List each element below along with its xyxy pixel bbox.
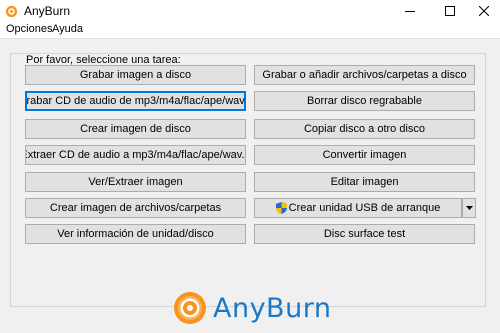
create-image-from-files-button[interactable]: Crear imagen de archivos/carpetas <box>25 198 246 218</box>
burn-image-button[interactable]: Grabar imagen a disco <box>25 65 246 85</box>
create-bootable-usb-label: Crear unidad USB de arranque <box>288 202 441 214</box>
menu-bar: Opciones Ayuda <box>0 22 500 38</box>
create-bootable-usb-button[interactable]: Crear unidad USB de arranque <box>254 198 462 218</box>
main-panel: Por favor, seleccione una tarea: Grabar … <box>0 38 500 333</box>
drive-info-button[interactable]: Ver información de unidad/disco <box>25 224 246 244</box>
minimize-icon <box>405 11 415 12</box>
menu-opciones[interactable]: Opciones <box>6 23 52 35</box>
chevron-down-icon <box>465 206 473 210</box>
disc-surface-test-button[interactable]: Disc surface test <box>254 224 475 244</box>
window-title: AnyBurn <box>24 4 71 18</box>
minimize-button[interactable] <box>392 0 428 22</box>
anyburn-logo-icon <box>174 292 206 324</box>
convert-image-button[interactable]: Convertir imagen <box>254 145 475 165</box>
bootable-usb-dropdown-button[interactable] <box>462 198 476 218</box>
menu-ayuda[interactable]: Ayuda <box>52 23 83 35</box>
maximize-icon <box>445 6 455 16</box>
rip-audio-cd-button[interactable]: Extraer CD de audio a mp3/m4a/flac/ape/w… <box>25 145 246 165</box>
logo-text: AnyBurn <box>213 292 332 324</box>
maximize-button[interactable] <box>432 0 468 22</box>
anyburn-app-icon <box>5 5 18 18</box>
erase-disc-button[interactable]: Borrar disco regrabable <box>254 91 475 111</box>
anyburn-logo: AnyBurn <box>173 288 331 328</box>
edit-image-button[interactable]: Editar imagen <box>254 172 475 192</box>
uac-shield-icon <box>275 202 287 214</box>
close-icon <box>479 6 489 16</box>
burn-files-button[interactable]: Grabar o añadir archivos/carpetas a disc… <box>254 65 475 85</box>
title-bar: AnyBurn <box>0 0 500 22</box>
create-disc-image-button[interactable]: Crear imagen de disco <box>25 119 246 139</box>
view-extract-image-button[interactable]: Ver/Extraer imagen <box>25 172 246 192</box>
burn-audio-cd-button[interactable]: Grabar CD de audio de mp3/m4a/flac/ape/w… <box>25 91 246 111</box>
close-button[interactable] <box>466 0 500 22</box>
copy-disc-button[interactable]: Copiar disco a otro disco <box>254 119 475 139</box>
